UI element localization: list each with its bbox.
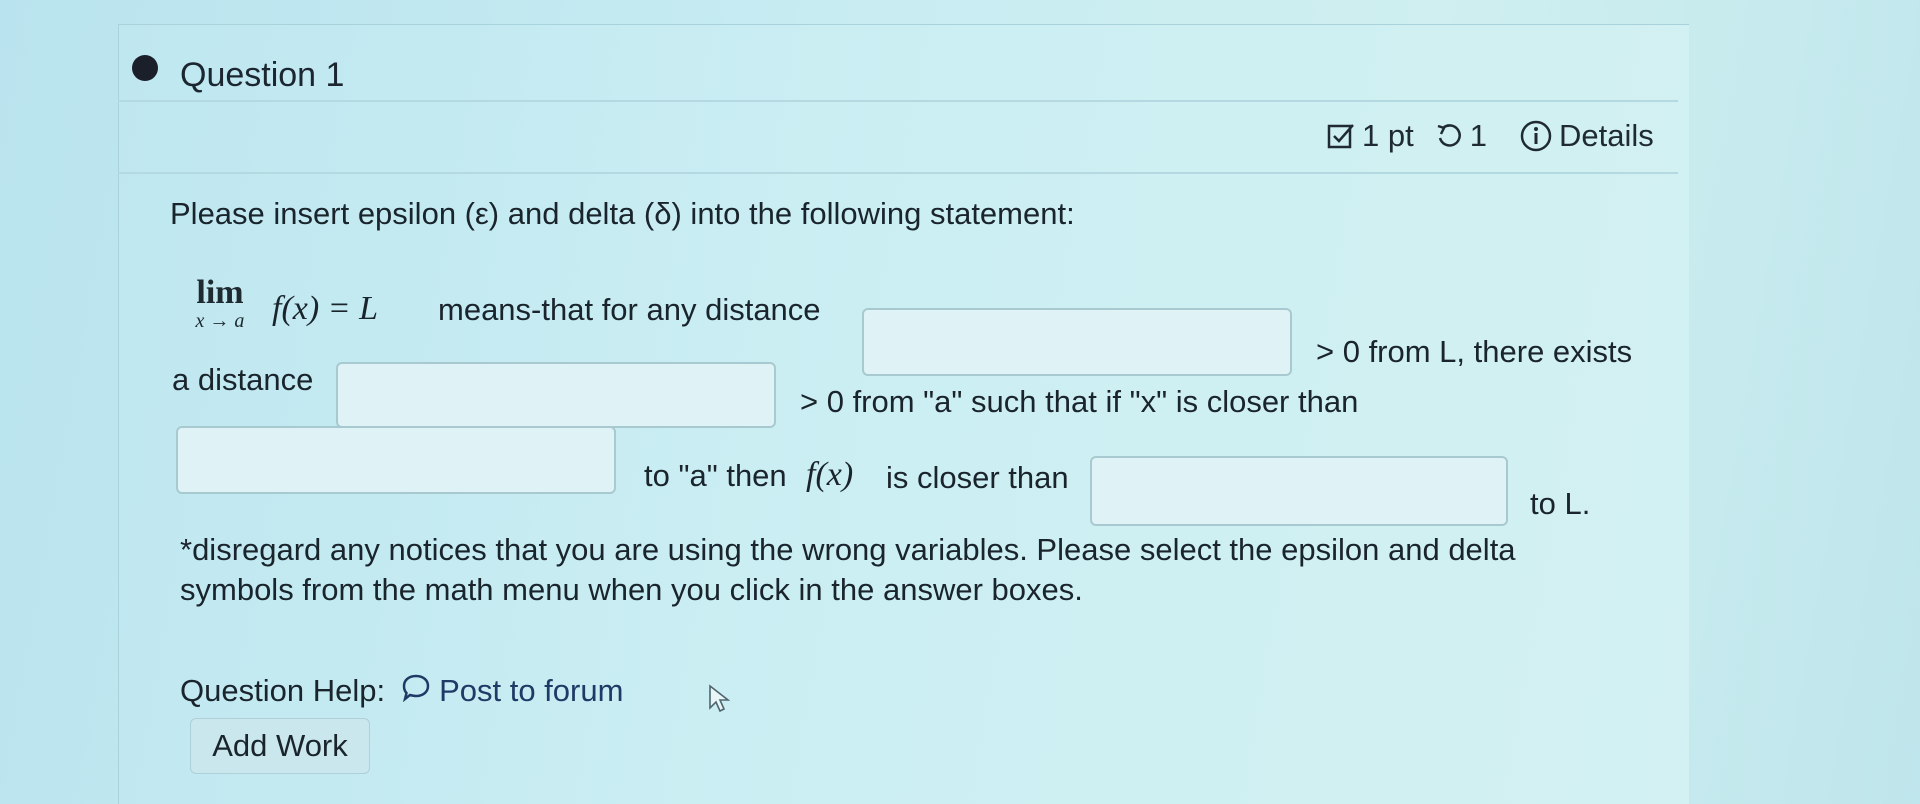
header-divider — [118, 100, 1678, 102]
prompt-segment-gt0-L: > 0 from L, there exists — [1316, 334, 1633, 369]
question-meta: 1 pt 1 Details — [1326, 118, 1654, 154]
answer-box-x-distance[interactable] — [176, 426, 616, 494]
question-status-dot — [132, 55, 158, 81]
prompt-segment-gt0-a: > 0 from "a" such that if "x" is closer … — [800, 384, 1359, 419]
question-help-label: Question Help: — [180, 673, 386, 708]
mouse-pointer-icon — [708, 684, 734, 719]
prompt-segment-to-L: to L. — [1530, 486, 1591, 521]
answer-box-epsilon[interactable] — [862, 308, 1292, 376]
limit-operator: lim x → a — [180, 274, 260, 333]
question-title: Question 1 — [180, 56, 345, 94]
answer-box-fx-distance[interactable] — [1090, 456, 1508, 526]
question-help: Question Help: Post to forum — [180, 672, 623, 710]
details-link[interactable]: Details — [1559, 118, 1654, 154]
meta-divider — [118, 172, 1678, 174]
post-to-forum-link[interactable]: Post to forum — [401, 672, 623, 710]
prompt-segment-means: means-that for any distance — [438, 292, 821, 327]
points-value: 1 pt — [1362, 118, 1414, 153]
prompt-intro: Please insert epsilon (ε) and delta (δ) … — [170, 196, 1075, 231]
limit-expression: f(x) = L — [272, 290, 379, 327]
prompt-segment-is-closer: is closer than — [886, 460, 1069, 495]
answer-box-delta[interactable] — [336, 362, 776, 428]
prompt-fx: f(x) — [806, 456, 854, 493]
retry-icon — [1434, 121, 1464, 151]
add-work-button[interactable]: Add Work — [190, 718, 370, 774]
info-icon[interactable] — [1519, 119, 1553, 153]
attempts-value: 1 — [1469, 118, 1487, 153]
prompt-segment-a-distance: a distance — [172, 362, 314, 397]
checkbox-icon — [1326, 121, 1356, 151]
lim-label: lim — [196, 274, 244, 311]
instruction-note: *disregard any notices that you are usin… — [180, 532, 1516, 607]
post-to-forum-label[interactable]: Post to forum — [439, 673, 623, 709]
lim-subscript: x → a — [195, 310, 245, 332]
chat-bubble-icon — [401, 672, 431, 710]
prompt-segment-to-a-then: to "a" then — [644, 458, 787, 493]
